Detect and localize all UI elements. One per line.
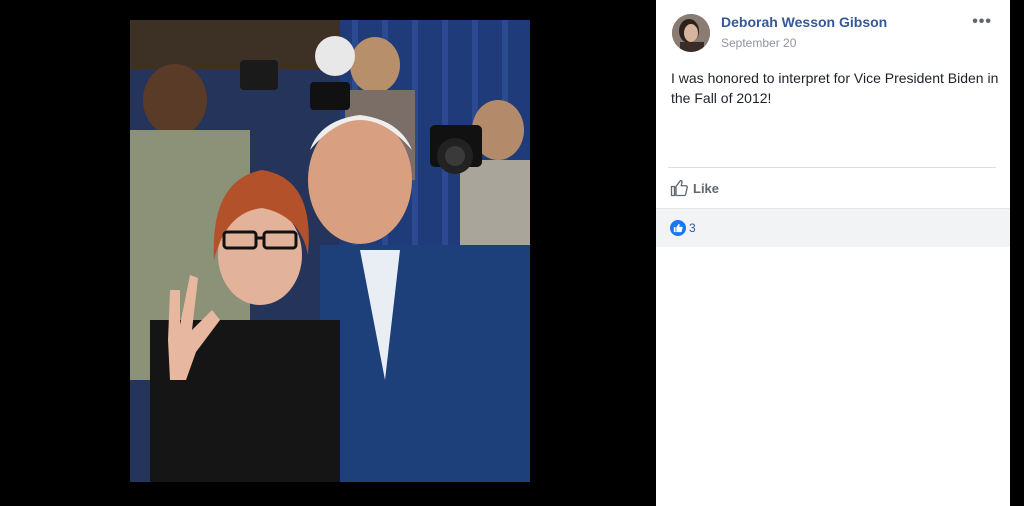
thumbs-up-icon: [670, 179, 688, 197]
post-message: I was honored to interpret for Vice Pres…: [671, 70, 999, 106]
photo-illustration: [130, 20, 530, 482]
post-panel: Deborah Wesson Gibson September 20 ••• I…: [656, 0, 1010, 506]
like-button[interactable]: Like: [670, 176, 719, 200]
author-name-link[interactable]: Deborah Wesson Gibson: [721, 14, 887, 30]
like-label: Like: [693, 180, 720, 196]
reactions-bar[interactable]: 3: [656, 208, 1010, 247]
post-photo[interactable]: [130, 20, 530, 482]
author-avatar[interactable]: [672, 14, 710, 52]
window-edge: [1010, 0, 1024, 506]
thumbs-up-glyph: [673, 223, 683, 233]
reaction-count[interactable]: 3: [689, 221, 696, 235]
photo-viewer: [0, 0, 656, 506]
avatar-image: [672, 14, 710, 52]
thumbs-up-icon: [670, 220, 686, 236]
more-options-icon[interactable]: •••: [972, 13, 992, 31]
divider: [668, 167, 996, 168]
post-date[interactable]: September 20: [721, 36, 796, 50]
